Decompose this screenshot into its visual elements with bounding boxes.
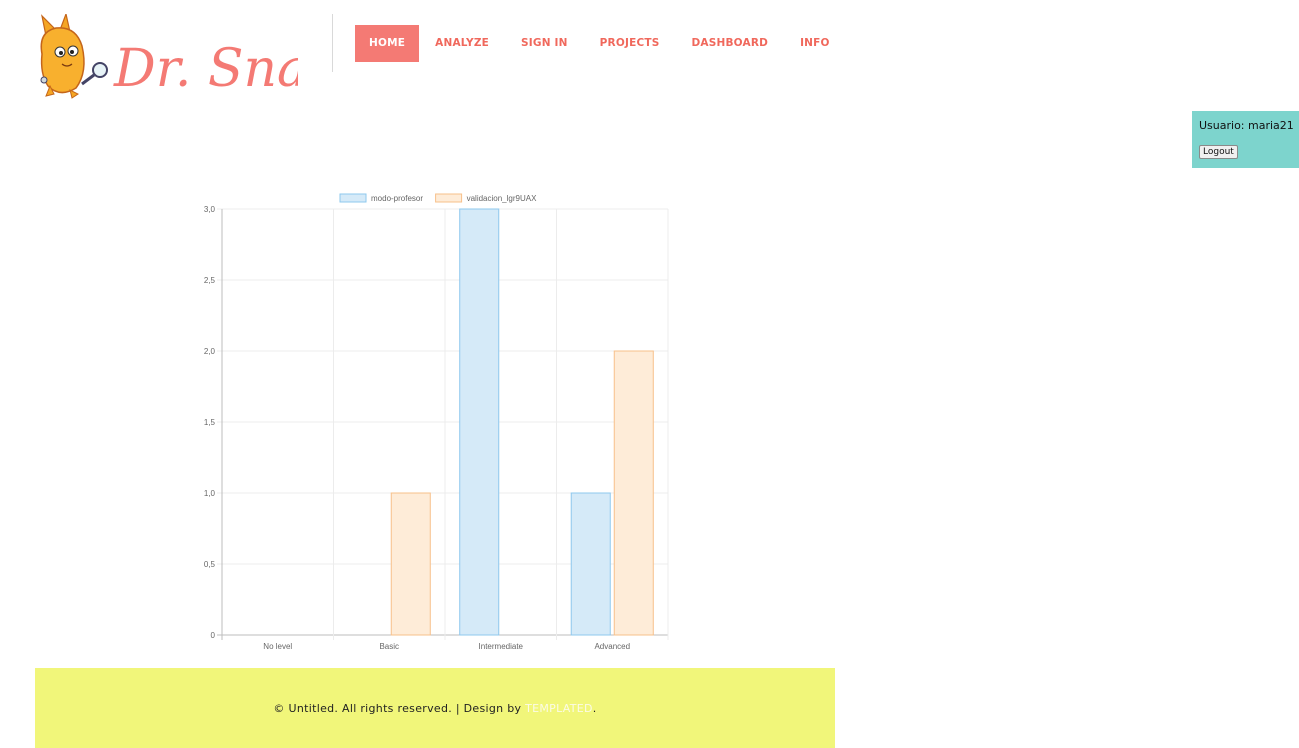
logout-button[interactable]: Logout [1199, 145, 1238, 159]
footer-text: © Untitled. All rights reserved. | Desig… [273, 702, 526, 715]
legend-label: modo-profesor [371, 194, 423, 203]
nav-analyze[interactable]: ANALYZE [419, 25, 505, 62]
y-tick-label: 2,5 [204, 276, 216, 285]
bar-modo-profesor [459, 208, 500, 636]
main-nav: HOME ANALYZE SIGN IN PROJECTS DASHBOARD … [355, 25, 846, 62]
bar-validacion_lgr9UAX [613, 350, 654, 636]
y-tick-label: 0 [211, 631, 216, 640]
footer: © Untitled. All rights reserved. | Desig… [35, 668, 835, 748]
y-tick-label: 3,0 [204, 205, 216, 214]
legend-swatch [435, 193, 463, 203]
y-tick-label: 1,5 [204, 418, 216, 427]
dr-snap-logo[interactable]: Dr. Snap! [36, 14, 298, 100]
x-tick-label: Intermediate [479, 642, 524, 651]
nav-home[interactable]: HOME [355, 25, 420, 62]
user-panel: Usuario: maria21 Logout [1192, 111, 1299, 168]
header-divider [332, 14, 333, 72]
x-tick-label: No level [263, 642, 292, 651]
y-tick-label: 2,0 [204, 347, 216, 356]
logo-mascot-icon: Dr. Snap! [40, 14, 298, 99]
level-bar-chart: 0 0,5 1,0 1,5 2,0 2,5 3,0 No level Basic Intermed… [180, 185, 680, 655]
y-tick-label: 1,0 [204, 489, 216, 498]
footer-end: . [592, 702, 597, 715]
nav-dashboard[interactable]: DASHBOARD [675, 25, 784, 62]
username-label: Usuario: maria21 [1199, 119, 1294, 132]
templated-link[interactable]: TEMPLATED [525, 702, 593, 715]
nav-sign-in[interactable]: SIGN IN [505, 25, 584, 62]
chart-svg: 0 0,5 1,0 1,5 2,0 2,5 3,0 No level Basic Intermed… [204, 193, 669, 651]
bar-modo-profesor [570, 492, 611, 636]
logo-text: Dr. Snap! [113, 39, 298, 99]
bar-validacion_lgr9UAX [390, 492, 431, 636]
nav-projects[interactable]: PROJECTS [584, 25, 676, 62]
nav-info[interactable]: INFO [784, 25, 846, 62]
y-tick-label: 0,5 [204, 560, 216, 569]
x-tick-label: Advanced [594, 642, 630, 651]
legend-label: validacion_lgr9UAX [467, 194, 537, 203]
legend-swatch [339, 193, 367, 203]
x-tick-label: Basic [379, 642, 399, 651]
